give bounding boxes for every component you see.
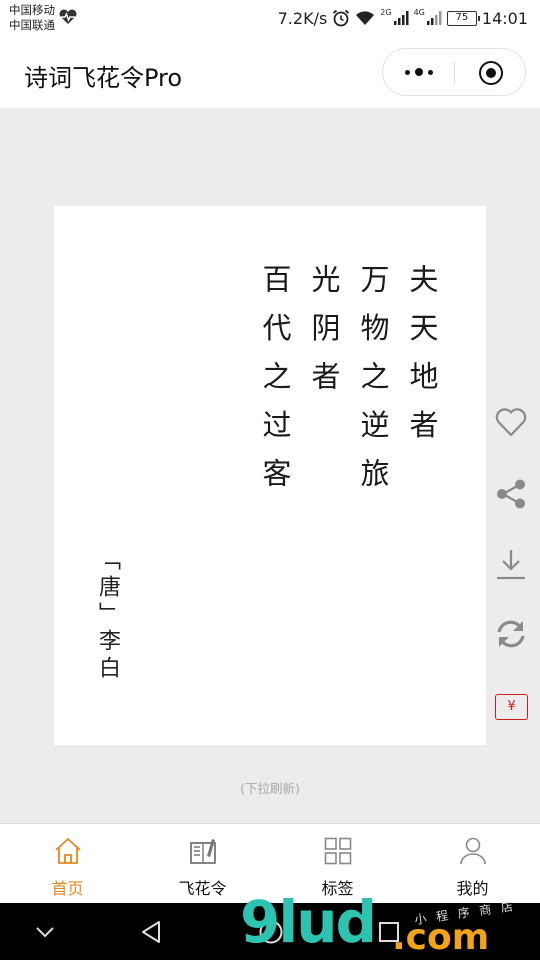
wifi-icon [356,11,375,25]
grid-icon [324,837,351,865]
net-2g-label: 2G [380,7,392,17]
app-header: 诗词飞花令Pro [0,36,540,108]
back-triangle-icon [142,920,160,943]
heart-icon [495,408,527,437]
share-button[interactable] [494,477,528,511]
home-icon [54,838,81,864]
tab-bar: 首页 飞花令 标签 我的 [0,823,540,903]
poem-text: 夫天地者 万物之逆旅 光阴者 百代之过客 [250,264,446,507]
capsule-divider [454,61,455,85]
nav-back-button[interactable] [124,903,178,960]
download-button[interactable] [494,547,528,581]
poem-line: 光阴者 [307,264,341,410]
tab-label: 首页 [51,879,84,898]
book-pen-icon [189,839,216,864]
home-circle-icon [259,920,283,943]
nav-hide-button[interactable] [20,903,70,960]
recents-square-icon [379,921,399,942]
refresh-button[interactable] [494,617,528,651]
poem-line: 万物之逆旅 [356,264,390,507]
poem-line: 百代之过客 [258,264,292,507]
tab-label: 飞花令 [178,879,227,898]
more-dot-icon [415,68,423,76]
tab-mine[interactable]: 我的 [405,824,540,904]
more-dot-icon [428,69,433,75]
pull-to-refresh-hint: (下拉刷新) [240,781,300,796]
clock: 14:01 [481,8,528,28]
status-bar: 中国移动 中国联通 7.2K/s 2G 4G 75 14:01 [0,0,540,36]
net-4g-label: 4G [413,7,425,17]
favorite-button[interactable] [494,405,528,439]
poem-card: 夫天地者 万物之逆旅 光阴者 百代之过客 「唐」李白 [54,206,486,745]
tab-home[interactable]: 首页 [0,824,135,904]
share-icon [497,479,525,509]
net-speed: 7.2K/s [277,8,328,28]
more-menu-button[interactable] [383,49,455,95]
more-dot-icon [405,69,410,75]
carrier-2: 中国联通 [9,18,55,32]
battery-indicator: 75 [446,10,480,26]
close-mini-program-button[interactable] [479,61,503,85]
status-indicators: 7.2K/s 2G 4G 75 14:01 [278,5,528,31]
signal-icon-2 [426,11,442,25]
poem-line: 夫天地者 [405,264,439,458]
carrier-1: 中国移动 [9,3,55,17]
tab-label: 标签 [321,879,354,898]
alarm-icon [333,9,350,27]
poem-attribution: 「唐」李白 [95,548,120,683]
nav-home-button[interactable] [244,903,298,960]
tab-label: 我的 [456,879,489,898]
user-icon [459,837,486,865]
reward-yen-button[interactable]: ¥ [495,694,528,720]
health-heart-icon [59,9,77,24]
system-nav-bar [0,903,540,960]
carrier-info: 中国移动 中国联通 [9,3,55,33]
mini-program-capsule [382,48,526,96]
download-icon [497,550,525,580]
tab-feihualing[interactable]: 飞花令 [135,824,270,904]
chevron-down-icon [36,926,54,937]
nav-recents-button[interactable] [362,903,416,960]
signal-icon-1 [393,11,409,25]
app-title: 诗词飞花令Pro [24,64,183,92]
tab-tags[interactable]: 标签 [270,824,405,904]
refresh-icon [497,620,525,648]
